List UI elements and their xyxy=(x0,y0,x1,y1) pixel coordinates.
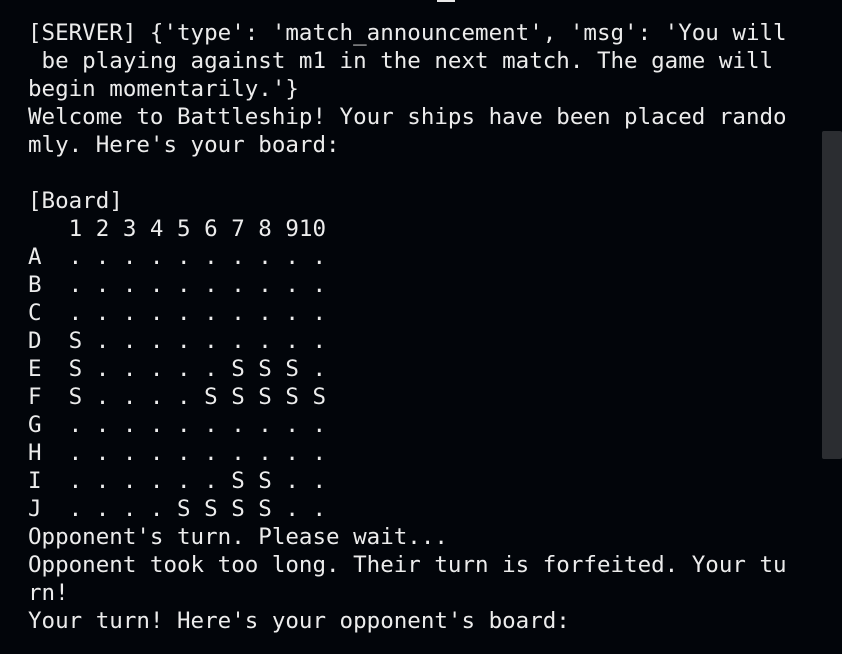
board-row-b: B . . . . . . . . . . xyxy=(28,272,327,298)
your-turn-line: Your turn! Here's your opponent's board: xyxy=(28,608,570,634)
forfeit-line-1: Opponent took too long. Their turn is fo… xyxy=(28,552,787,578)
board-row-f: F S . . . . S S S S S xyxy=(28,384,327,410)
board-column-headers: 1 2 3 4 5 6 7 8 910 xyxy=(28,216,327,242)
board-row-i: I . . . . . . S S . . xyxy=(28,468,327,494)
board-row-h: H . . . . . . . . . . xyxy=(28,440,327,466)
board-row-c: C . . . . . . . . . . xyxy=(28,300,327,326)
board-row-d: D S . . . . . . . . . xyxy=(28,328,327,354)
server-message-line-1: [SERVER] {'type': 'match_announcement', … xyxy=(28,20,787,46)
server-message-line-2: be playing against m1 in the next match.… xyxy=(28,48,774,74)
terminal-window[interactable]: [SERVER] {'type': 'match_announcement', … xyxy=(0,0,842,654)
scrollbar-track[interactable] xyxy=(822,0,842,654)
scrollbar-thumb[interactable] xyxy=(822,131,842,459)
opponent-turn-line: Opponent's turn. Please wait... xyxy=(28,524,448,550)
board-label: [Board] xyxy=(28,188,123,214)
board-row-j: J . . . . S S S S . . xyxy=(28,496,327,522)
welcome-line-2: mly. Here's your board: xyxy=(28,132,340,158)
welcome-line-1: Welcome to Battleship! Your ships have b… xyxy=(28,104,787,130)
cursor-indicator xyxy=(437,0,455,2)
board-row-a: A . . . . . . . . . . xyxy=(28,244,327,270)
forfeit-line-2: rn! xyxy=(28,580,69,606)
server-message-line-3: begin momentarily.'} xyxy=(28,76,299,102)
board-row-g: G . . . . . . . . . . xyxy=(28,412,327,438)
board-row-e: E S . . . . . S S S . xyxy=(28,356,327,382)
terminal-output: [SERVER] {'type': 'match_announcement', … xyxy=(28,19,818,635)
